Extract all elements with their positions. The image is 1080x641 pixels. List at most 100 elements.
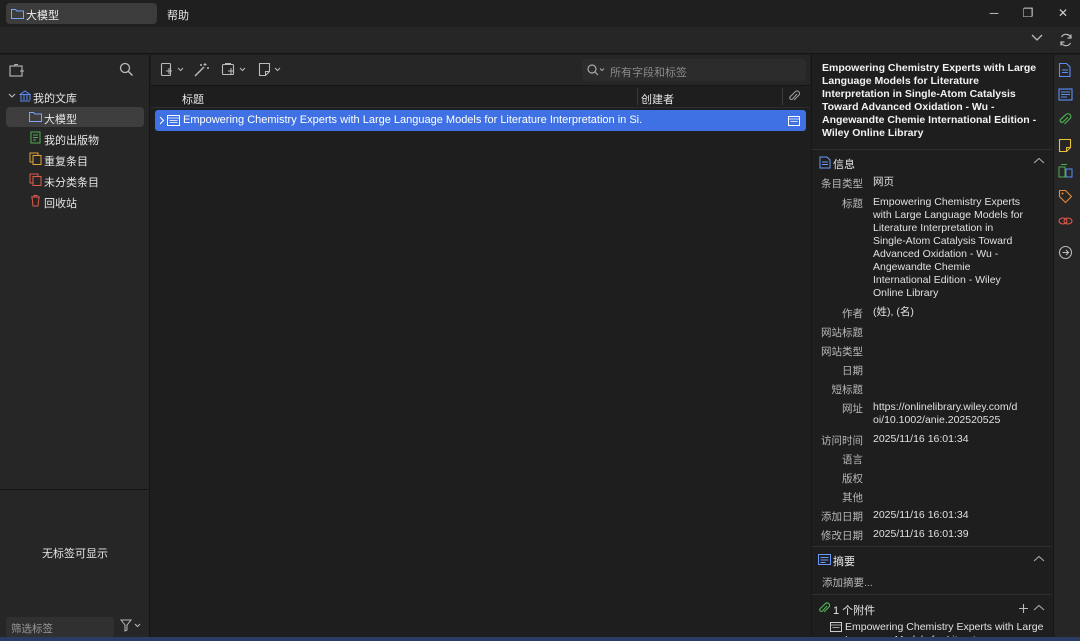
section-divider [811,149,1052,150]
field-value-author[interactable]: (姓), (名) [873,306,1023,319]
tags-icon[interactable] [1058,189,1074,205]
collection-trash[interactable]: 回收站 [6,191,144,211]
field-label-website-type: 网站类型 [821,346,863,358]
tab-library[interactable]: 大模型 [6,3,157,24]
abstract-icon[interactable] [1058,88,1074,104]
info-icon [819,156,831,169]
attachments-section-header[interactable]: 1 个附件 [833,602,875,618]
field-label-item-type: 条目类型 [821,178,863,190]
title-bar [0,0,1080,27]
chevron-right-icon[interactable] [158,116,166,125]
publications-icon [30,131,41,144]
item-pane-title[interactable]: Empowering Chemistry Experts with Large … [822,62,1044,140]
library-icon [19,90,31,102]
related-icon[interactable] [1058,215,1074,231]
collection-label: 我的文库 [33,93,77,105]
attachment-snapshot-icon[interactable] [788,116,800,126]
items-pane [151,55,810,641]
field-label-extra: 其他 [842,492,863,504]
search-icon [587,64,605,76]
abstract-icon [818,554,831,565]
collection-my-publications[interactable]: 我的出版物 [6,128,144,148]
field-label-date: 日期 [842,365,863,377]
tag-filter-input[interactable]: 筛选标签 [6,617,114,637]
minimize-button[interactable]: ─ [983,5,1005,21]
chevron-down-icon[interactable] [1030,32,1044,46]
trash-icon [31,195,40,207]
item-title: Empowering Chemistry Experts with Large … [183,114,643,126]
folder-icon [29,112,42,122]
field-value-date-modified: 2025/11/16 16:01:39 [873,528,969,540]
folder-icon [11,9,24,19]
attachment-item[interactable]: Empowering Chemistry Experts with Large … [845,621,1050,637]
restore-button[interactable]: ❐ [1017,5,1039,21]
webpage-icon [830,622,842,632]
attachments-icon[interactable] [1058,113,1074,129]
libraries-collections-icon[interactable] [1058,163,1074,179]
column-creator[interactable]: 创建者 [641,91,674,107]
abstract-section-header[interactable]: 摘要 [833,553,855,569]
collection-label: 未分类条目 [44,177,99,189]
chevron-up-icon[interactable] [1033,555,1045,563]
search-icon[interactable] [119,62,134,77]
chevron-up-icon[interactable] [1033,604,1045,612]
field-value-url[interactable]: https://onlinelibrary.wiley.com/doi/10.1… [873,401,1018,427]
duplicates-icon [29,152,42,165]
chevron-down-icon[interactable] [8,92,16,100]
section-divider [811,594,1052,595]
search-placeholder: 所有字段和标签 [610,67,687,79]
field-label-rights: 版权 [842,473,863,485]
sync-icon[interactable] [1059,33,1073,47]
new-collection-icon[interactable] [9,63,25,78]
field-label-date-added: 添加日期 [821,511,863,523]
tag-selector-divider[interactable] [0,489,150,490]
field-value-accessed[interactable]: 2025/11/16 16:01:34 [873,433,1023,446]
collection-my-library[interactable]: 我的文库 [6,86,144,106]
add-attachment-icon[interactable] [221,62,249,78]
field-label-date-modified: 修改日期 [821,530,863,542]
collection-label: 我的出版物 [44,135,99,147]
close-button[interactable]: ✕ [1052,5,1074,21]
chevron-up-icon[interactable] [1033,157,1045,165]
column-separator[interactable] [782,88,783,105]
field-value-date-added: 2025/11/16 16:01:34 [873,509,969,521]
no-tags-message: 无标签可显示 [42,548,108,560]
tab-label: 大模型 [26,10,59,22]
collection-label: 重复条目 [44,156,88,168]
unfiled-icon [29,173,42,186]
column-header-row [151,86,810,108]
field-label-title: 标题 [842,198,863,210]
paperclip-icon[interactable] [788,90,800,104]
collection-label: 大模型 [44,114,77,126]
field-label-short-title: 短标题 [831,384,864,396]
status-strip [0,637,1080,641]
filter-icon[interactable] [120,619,142,633]
search-input[interactable]: 所有字段和标签 [582,59,806,81]
column-title[interactable]: 标题 [182,91,204,107]
column-separator[interactable] [637,88,638,105]
new-note-icon[interactable] [258,62,284,78]
collection-large-models[interactable]: 大模型 [6,107,144,127]
field-value-item-type[interactable]: 网页 [873,176,1023,189]
field-value-title[interactable]: Empowering Chemistry Experts with Large … [873,196,1023,300]
paperclip-icon [819,602,830,613]
field-label-language: 语言 [842,454,863,466]
notes-icon[interactable] [1058,138,1074,154]
add-icon[interactable] [1018,603,1029,614]
info-section-header[interactable]: 信息 [833,156,855,172]
field-label-author: 作者 [842,308,863,320]
field-label-url: 网址 [842,403,863,415]
tab-bar [0,27,1080,54]
collection-duplicates[interactable]: 重复条目 [6,149,144,169]
collection-label: 回收站 [44,198,77,210]
magic-wand-icon[interactable] [193,62,210,78]
abstract-input[interactable]: 添加摘要... [822,575,873,590]
new-item-icon[interactable] [160,62,186,78]
table-row[interactable]: Empowering Chemistry Experts with Large … [155,110,806,131]
menu-help[interactable]: 帮助 [167,7,189,23]
field-label-accessed: 访问时间 [821,435,863,447]
locate-icon[interactable] [1058,245,1074,261]
collection-unfiled[interactable]: 未分类条目 [6,170,144,190]
info-icon[interactable] [1058,62,1074,78]
webpage-icon [167,115,180,126]
